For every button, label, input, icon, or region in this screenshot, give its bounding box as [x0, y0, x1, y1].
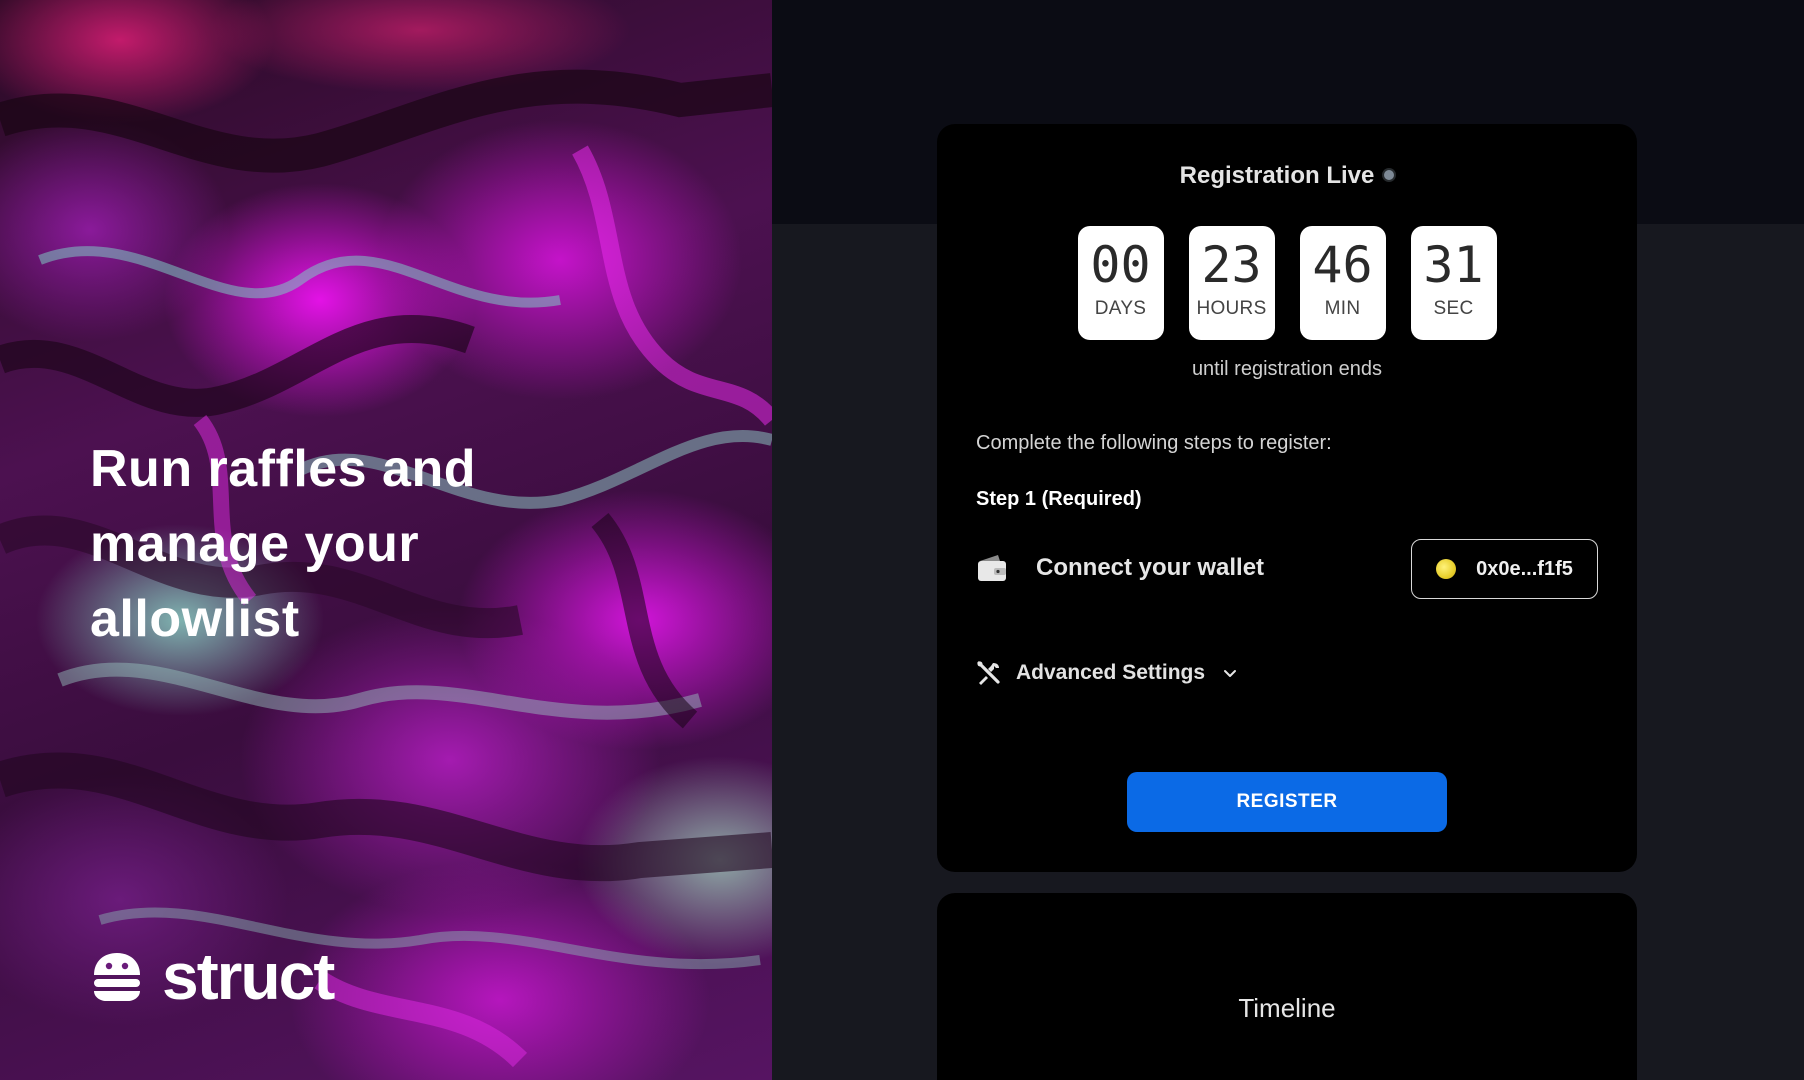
register-button[interactable]: REGISTER [1127, 772, 1447, 832]
advanced-settings-label: Advanced Settings [1016, 661, 1206, 684]
advanced-settings-toggle[interactable]: Advanced Settings [976, 660, 1239, 686]
registration-instructions: Complete the following steps to register… [976, 432, 1332, 454]
countdown-value: 31 [1423, 236, 1484, 294]
countdown-unit: DAYS [1094, 298, 1147, 319]
countdown-unit: MIN [1324, 298, 1361, 319]
wallet-icon [978, 555, 1006, 581]
hero-panel: Run raffles and manage your allowlist st… [0, 0, 772, 1080]
chevron-down-icon [1224, 670, 1237, 677]
countdown-value: 46 [1312, 236, 1373, 294]
wallet-avatar [1436, 559, 1457, 579]
timeline-card: Timeline [937, 893, 1637, 1080]
timeline-title: Timeline [1238, 993, 1336, 1023]
registration-title-text: Registration Live [1179, 162, 1375, 189]
step-connect-wallet: Connect your wallet 0x0e...f1f5 [976, 537, 1598, 599]
page: Run raffles and manage your allowlist st… [0, 0, 1804, 1080]
step-1-text: Connect your wallet [1036, 554, 1265, 581]
registration-title: Registration Live [937, 162, 1637, 190]
countdown-value: 23 [1201, 236, 1262, 294]
countdown-unit: SEC [1433, 298, 1474, 319]
struct-logo-icon [94, 953, 140, 1001]
struct-logo[interactable]: struct [90, 939, 335, 1013]
wallet-address: 0x0e...f1f5 [1476, 557, 1573, 580]
hero-headline: Run raffles and manage your allowlist [90, 440, 476, 648]
countdown-seconds: 31 SEC [1410, 226, 1497, 340]
countdown-unit: HOURS [1196, 298, 1267, 319]
tools-icon [977, 661, 1000, 685]
brand-name: struct [162, 939, 335, 1013]
countdown-timer: 00 DAYS 23 HOURS 46 MIN 31 SEC [937, 226, 1637, 340]
countdown-hours: 23 HOURS [1188, 226, 1275, 340]
wallet-address-button[interactable]: 0x0e...f1f5 [1411, 539, 1598, 599]
countdown-minutes: 46 MIN [1299, 226, 1386, 340]
live-status-icon [1384, 169, 1395, 180]
countdown-caption: until registration ends [1191, 358, 1383, 380]
countdown-value: 00 [1090, 236, 1151, 294]
countdown-days: 00 DAYS [1077, 226, 1164, 340]
registration-card: Registration Live 00 DAYS 23 HOURS 46 MI… [937, 124, 1637, 872]
step-1-label: Step 1 (Required) [976, 488, 1142, 510]
